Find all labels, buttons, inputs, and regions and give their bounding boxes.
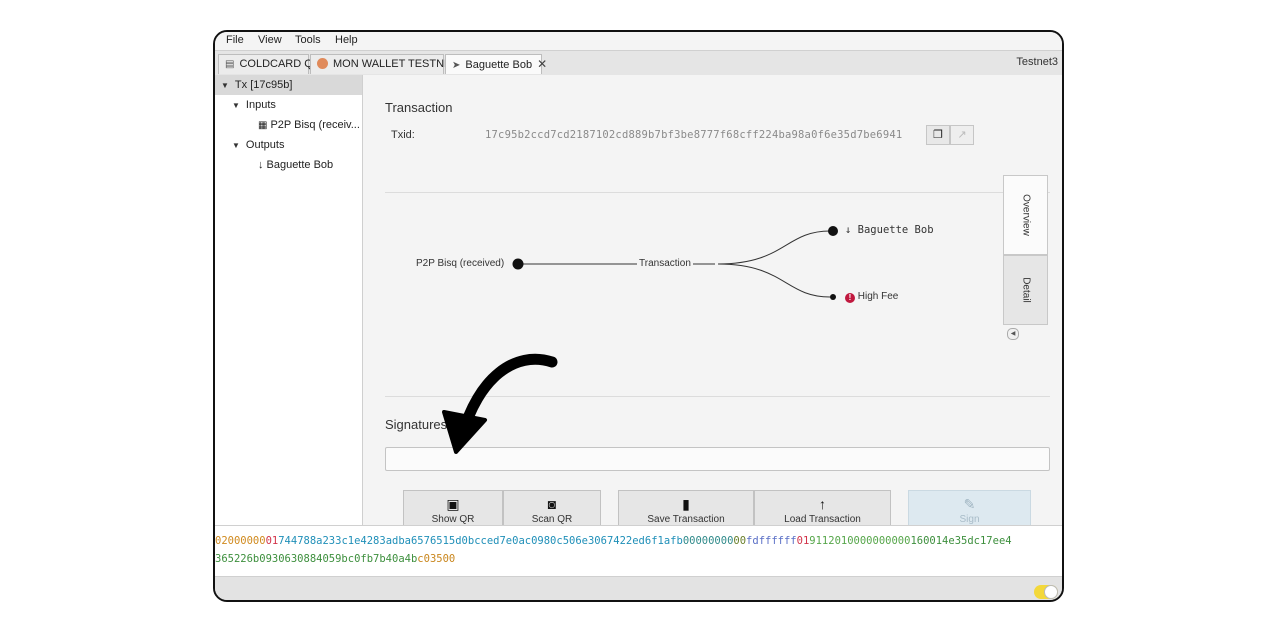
arrow-head — [442, 410, 487, 454]
annotation-arrow — [442, 353, 558, 454]
